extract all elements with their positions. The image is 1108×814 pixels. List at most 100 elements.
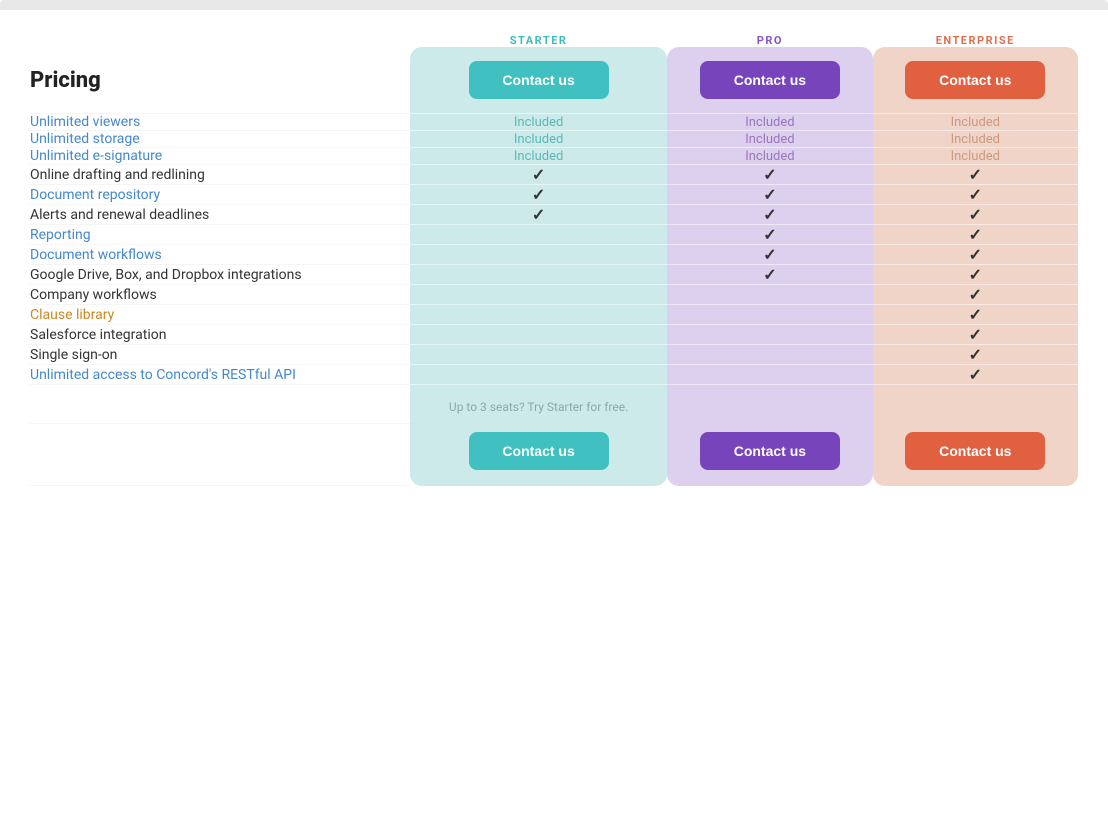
starter-contact-btn-top[interactable]: Contact us: [469, 61, 609, 99]
plan-header-row: STARTER PRO ENTERPRISE: [30, 34, 1078, 47]
pro-contact-btn-bottom[interactable]: Contact us: [700, 432, 840, 470]
pro-contact-top-cell: Contact us: [667, 47, 872, 114]
feature-row-5: Alerts and renewal deadlines ✓ ✓ ✓: [30, 205, 1078, 225]
checkmark-icon: ✓: [763, 205, 776, 224]
starter-label: STARTER: [510, 34, 568, 47]
feature-label-2: Unlimited e-signature: [30, 148, 410, 165]
cell-pro-2: Included: [667, 148, 872, 165]
feature-label-13: Unlimited access to Concord's RESTful AP…: [30, 365, 410, 385]
contact-bottom-row: Contact us Contact us Contact us: [30, 424, 1078, 486]
checkmark-icon: ✓: [969, 185, 982, 204]
checkmark-icon: ✓: [969, 225, 982, 244]
checkmark-icon: ✓: [969, 365, 982, 384]
cell-enterprise-13: ✓: [873, 365, 1078, 385]
feature-label-5: Alerts and renewal deadlines: [30, 205, 410, 225]
cell-enterprise-7: ✓: [873, 245, 1078, 265]
checkmark-icon: ✓: [763, 265, 776, 284]
plan-header-enterprise: ENTERPRISE: [873, 34, 1078, 47]
cell-pro-3: ✓: [667, 165, 872, 185]
checkmark-icon: ✓: [763, 165, 776, 184]
checkmark-icon: ✓: [969, 205, 982, 224]
starter-contact-top-cell: Contact us: [410, 47, 667, 114]
feature-row-6: Reporting ✓ ✓: [30, 225, 1078, 245]
enterprise-contact-btn-top[interactable]: Contact us: [905, 61, 1045, 99]
feature-row-3: Online drafting and redlining ✓ ✓ ✓: [30, 165, 1078, 185]
feature-row-12: Single sign-on ✓: [30, 345, 1078, 365]
cell-pro-0: Included: [667, 114, 872, 131]
feature-row-10: Clause library ✓: [30, 305, 1078, 325]
cell-starter-3: ✓: [410, 165, 667, 185]
feature-label-6: Reporting: [30, 225, 410, 245]
free-trial-note: Up to 3 seats? Try Starter for free.: [418, 391, 659, 420]
checkmark-icon: ✓: [532, 185, 545, 204]
cell-enterprise-1: Included: [873, 131, 1078, 148]
cell-pro-6: ✓: [667, 225, 872, 245]
cell-enterprise-0: Included: [873, 114, 1078, 131]
cell-pro-5: ✓: [667, 205, 872, 225]
enterprise-note-cell: [873, 385, 1078, 424]
pricing-table: STARTER PRO ENTERPRISE Pricing Contac: [30, 34, 1078, 486]
cell-enterprise-2: Included: [873, 148, 1078, 165]
cell-pro-10: [667, 305, 872, 325]
feature-row-4: Document repository✓✓✓: [30, 185, 1078, 205]
checkmark-icon: ✓: [532, 165, 545, 184]
cell-enterprise-12: ✓: [873, 345, 1078, 365]
feature-row-9: Company workflows✓: [30, 285, 1078, 305]
feature-label-3: Online drafting and redlining: [30, 165, 410, 185]
plan-header-starter: STARTER: [410, 34, 667, 47]
enterprise-contact-bottom-cell: Contact us: [873, 424, 1078, 486]
checkmark-icon: ✓: [969, 285, 982, 304]
cell-enterprise-11: ✓: [873, 325, 1078, 345]
checkmark-icon: ✓: [763, 245, 776, 264]
page-wrapper: STARTER PRO ENTERPRISE Pricing Contac: [0, 0, 1108, 814]
cell-starter-0: Included: [410, 114, 667, 131]
enterprise-label: ENTERPRISE: [936, 34, 1015, 47]
checkmark-icon: ✓: [532, 205, 545, 224]
cell-starter-11: [410, 325, 667, 345]
checkmark-icon: ✓: [969, 345, 982, 364]
contact-top-row: Pricing Contact us Contact us Contact us: [30, 47, 1078, 114]
pro-note-cell: [667, 385, 872, 424]
starter-contact-btn-bottom[interactable]: Contact us: [469, 432, 609, 470]
checkmark-icon: ✓: [969, 265, 982, 284]
cell-enterprise-5: ✓: [873, 205, 1078, 225]
feature-label-8: Google Drive, Box, and Dropbox integrati…: [30, 265, 410, 285]
cell-pro-1: Included: [667, 131, 872, 148]
checkmark-icon: ✓: [969, 245, 982, 264]
cell-pro-12: [667, 345, 872, 365]
empty-header: [30, 34, 410, 47]
feature-label-12: Single sign-on: [30, 345, 410, 365]
checkmark-icon: ✓: [763, 185, 776, 204]
note-empty: [30, 385, 410, 424]
feature-label-11: Salesforce integration: [30, 325, 410, 345]
starter-contact-bottom-cell: Contact us: [410, 424, 667, 486]
cell-starter-5: ✓: [410, 205, 667, 225]
pro-contact-btn-top[interactable]: Contact us: [700, 61, 840, 99]
pricing-title: Pricing: [30, 68, 101, 93]
pro-contact-bottom-cell: Contact us: [667, 424, 872, 486]
cell-starter-9: [410, 285, 667, 305]
cell-pro-8: ✓: [667, 265, 872, 285]
cell-enterprise-9: ✓: [873, 285, 1078, 305]
cell-starter-6: [410, 225, 667, 245]
content: STARTER PRO ENTERPRISE Pricing Contac: [0, 10, 1108, 516]
feature-label-0: Unlimited viewers: [30, 114, 410, 131]
cell-starter-13: [410, 365, 667, 385]
cell-pro-13: [667, 365, 872, 385]
cell-enterprise-8: ✓: [873, 265, 1078, 285]
feature-label-10: Clause library: [30, 305, 410, 325]
feature-row-8: Google Drive, Box, and Dropbox integrati…: [30, 265, 1078, 285]
feature-row-7: Document workflows✓✓: [30, 245, 1078, 265]
feature-label-1: Unlimited storage: [30, 131, 410, 148]
enterprise-contact-btn-bottom[interactable]: Contact us: [905, 432, 1045, 470]
cell-starter-1: Included: [410, 131, 667, 148]
cell-enterprise-3: ✓: [873, 165, 1078, 185]
checkmark-icon: ✓: [763, 225, 776, 244]
cell-enterprise-10: ✓: [873, 305, 1078, 325]
feature-row-1: Unlimited storageIncludedIncludedInclude…: [30, 131, 1078, 148]
feature-row-11: Salesforce integration ✓: [30, 325, 1078, 345]
cell-starter-12: [410, 345, 667, 365]
feature-row-13: Unlimited access to Concord's RESTful AP…: [30, 365, 1078, 385]
starter-note-cell: Up to 3 seats? Try Starter for free.: [410, 385, 667, 424]
cell-pro-7: ✓: [667, 245, 872, 265]
